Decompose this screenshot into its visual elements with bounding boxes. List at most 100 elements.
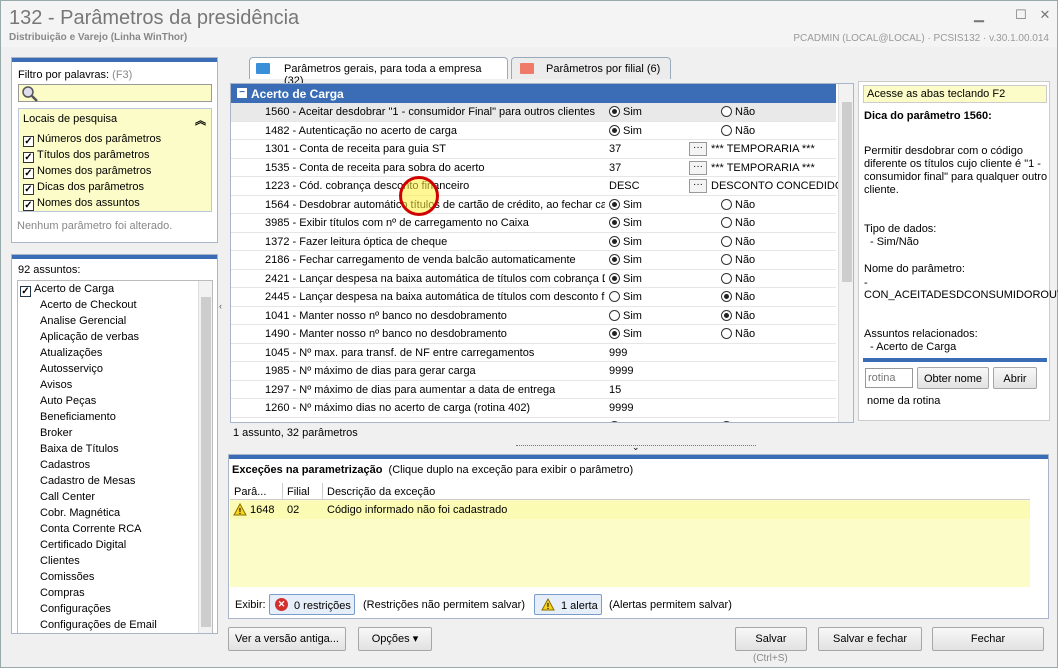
list-item[interactable]: Atualizações [20,347,195,363]
list-item[interactable]: Comissões [20,571,195,587]
list-item[interactable]: Analise Gerencial [20,315,195,331]
table-row[interactable]: 1490 - Manter nosso nº banco no desdobra… [231,325,836,344]
param-value[interactable]: 9999 [609,402,633,414]
radio-sim[interactable]: Sim [609,124,642,137]
list-item[interactable]: Beneficiamento [20,411,195,427]
list-item[interactable]: Clientes [20,555,195,571]
horizontal-splitter[interactable]: ⌄ [516,442,756,453]
table-row[interactable]: 1564 - Desdobrar automático títulos de c… [231,196,836,214]
table-row[interactable]: 1045 - Nº max. para transf. de NF entre … [231,344,836,362]
list-item[interactable]: Avisos [20,379,195,395]
subjects-list[interactable]: ✓ Acerto de Carga Acerto de Checkout Analis… [17,280,213,633]
maximize-icon[interactable]: ☐ [1011,7,1031,23]
table-row[interactable]: 1297 - Nº máximo de dias para aumentar a… [231,381,836,399]
radio-nao[interactable]: Não [721,235,755,248]
collapse-icon[interactable]: ︽ [195,112,206,128]
list-item[interactable]: Certificado Digital [20,539,195,555]
list-item[interactable]: Cobr. Magnética [20,507,195,523]
radio-nao[interactable]: Não [721,124,755,137]
old-version-button[interactable]: Ver a versão antiga... [228,627,346,651]
list-item[interactable]: Broker [20,427,195,443]
radio-nao[interactable]: Não [721,420,755,422]
lookup-button[interactable]: ··· [689,179,707,193]
table-row[interactable]: 1301 - Conta de receita para guia ST 37 ··… [231,140,836,159]
radio-sim[interactable]: Sim [609,254,642,266]
close-button[interactable]: Fechar [932,627,1044,651]
param-value[interactable]: 15 [609,384,621,396]
list-item[interactable]: Cadastro de Mesas [20,475,195,491]
radio-nao[interactable]: Não [721,309,755,322]
table-row[interactable]: 1535 - Conta de receita para sobra do ac… [231,159,836,177]
radio-nao[interactable]: Não [721,272,755,285]
option-tips[interactable]: ✓ Dicas dos parâmetros [23,181,161,197]
table-row[interactable]: 1041 - Manter nosso nº banco no desdobra… [231,307,836,325]
radio-nao[interactable]: Não [721,106,755,118]
list-item[interactable]: Acerto de Checkout [20,299,195,315]
radio-nao[interactable]: Não [721,198,755,211]
option-subjects[interactable]: ✓ Nomes dos assuntos [23,197,161,213]
list-item[interactable]: Compras [20,587,195,603]
radio-sim[interactable]: Sim [609,309,642,322]
radio-sim[interactable]: Sim [609,272,642,285]
lookup-button[interactable]: ··· [689,142,707,156]
radio-nao[interactable]: Não [721,254,755,266]
param-value[interactable]: 37 [609,162,621,174]
table-row[interactable]: 2186 - Fechar carregamento de venda balc… [231,251,836,270]
list-item[interactable]: Baixa de Títulos [20,443,195,459]
param-value[interactable]: DESC [609,180,640,192]
radio-nao[interactable]: Não [721,291,755,303]
list-item[interactable]: Configurações de Email [20,619,195,633]
param-value[interactable]: 999 [609,347,627,359]
minimize-icon[interactable]: ▁ [969,7,989,23]
table-row[interactable]: 2445 - Lançar despesa na baixa automátic… [231,288,836,307]
radio-sim[interactable]: Sim [609,291,642,303]
list-item[interactable]: ✓ Acerto de Carga [20,283,195,299]
table-row[interactable]: 1482 - Autenticação no acerto de carga Si… [231,122,836,140]
table-row[interactable]: 1223 - Cód. cobrança desconto financeiro… [231,177,843,196]
param-value[interactable]: 37 [609,143,621,155]
list-item[interactable]: Conta Corrente RCA [20,523,195,539]
open-button[interactable]: Abrir [993,367,1037,389]
list-item[interactable]: Aplicação de verbas [20,331,195,347]
save-close-button[interactable]: Salvar e fechar [818,627,922,651]
subjects-scrollbar[interactable] [198,281,212,633]
list-item[interactable]: Cadastros [20,459,195,475]
left-splitter[interactable]: ‹ [218,201,226,501]
restrictions-button[interactable]: ✕ 0 restrições [269,594,355,615]
radio-sim[interactable]: Sim [609,217,642,229]
radio-sim[interactable]: Sim [609,235,642,248]
get-name-button[interactable]: Obter nome [917,367,989,389]
options-button[interactable]: Opções ▾ [358,627,432,651]
group-header[interactable]: − Acerto de Carga [231,84,836,103]
radio-nao[interactable]: Não [721,217,755,229]
collapse-group-icon[interactable]: − [237,88,247,98]
param-value[interactable]: 9999 [609,365,633,377]
grid-scrollbar[interactable] [838,84,853,422]
radio-sim[interactable]: Sim [609,420,642,422]
filter-input[interactable] [18,84,212,102]
routine-input[interactable] [865,368,913,388]
tab-branch[interactable]: Parâmetros por filial (6) [511,57,671,79]
close-icon[interactable]: ✕ [1035,7,1055,23]
table-row[interactable]: 1560 - Aceitar desdobrar "1 - consumidor… [231,103,836,122]
list-item[interactable]: Autosserviço [20,363,195,379]
table-row[interactable]: 1260 - Nº máximo dias no acerto de carga… [231,399,836,418]
table-row[interactable]: 1372 - Fazer leitura óptica de cheque Sim… [231,233,836,251]
col-param[interactable]: Parâ... [234,486,266,498]
radio-sim[interactable]: Sim [609,328,642,340]
lookup-button[interactable]: ··· [689,160,707,175]
table-row[interactable]: 2421 - Lançar despesa na baixa automátic… [231,270,836,288]
option-names[interactable]: ✓ Nomes dos parâmetros [23,165,161,181]
tab-general[interactable]: Parâmetros gerais, para toda a empresa (… [249,57,508,87]
table-row[interactable]: 1985 - Nº máximo de dias para gerar carg… [231,362,836,381]
option-titles[interactable]: ✓ Títulos dos parâmetros [23,149,161,165]
list-item[interactable]: Configurações [20,603,195,619]
table-row[interactable]: 1077 - Obrigar informar a tara magnética… [231,418,836,422]
alerts-button[interactable]: ! 1 alerta [534,594,602,615]
radio-nao[interactable]: Não [721,328,755,340]
table-row[interactable]: 3985 - Exibir títulos com nº de carregam… [231,214,836,233]
save-button[interactable]: Salvar [735,627,807,651]
table-row[interactable]: ! 1648 02 Código informado não foi cadas… [230,501,1030,519]
radio-sim[interactable]: Sim [609,198,642,211]
col-description[interactable]: Descrição da exceção [327,486,435,498]
